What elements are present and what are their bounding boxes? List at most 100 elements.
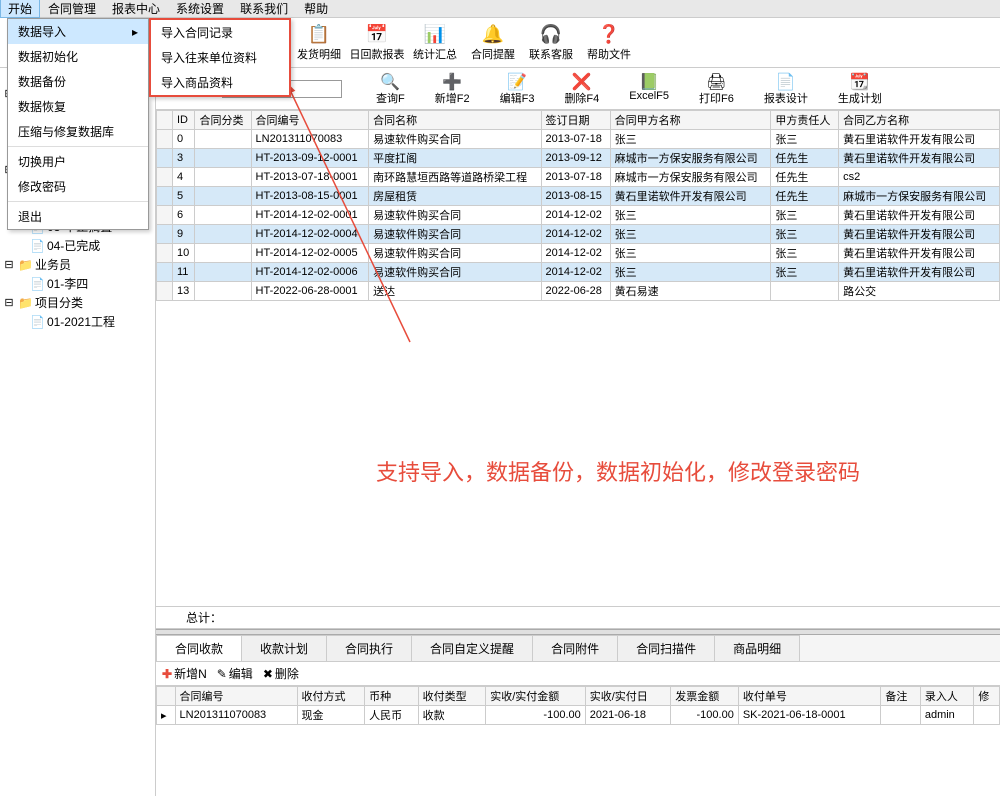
import-submenu: 导入合同记录 导入往来单位资料 导入商品资料 [149, 18, 291, 97]
menu-backup[interactable]: 数据备份 [8, 69, 148, 94]
toolbar-发货明细[interactable]: 📋发货明细 [290, 20, 348, 66]
col-header[interactable]: 甲方责任人 [771, 111, 839, 130]
table-row[interactable]: 0LN201311070083易速软件购买合同2013-07-18张三张三黄石里… [157, 130, 1000, 149]
tree-node[interactable]: ⊟📁项目分类 [0, 293, 155, 312]
tree-node[interactable]: 📄01-2021工程 [0, 312, 155, 331]
expand-icon[interactable] [14, 277, 28, 291]
menu-settings[interactable]: 系统设置 [168, 0, 232, 18]
toolbar-label: 联系客服 [529, 46, 573, 62]
folder-icon: 📁 [18, 296, 33, 310]
sub-col-header[interactable]: 发票金额 [671, 687, 739, 706]
sub-col-header[interactable]: 币种 [365, 687, 419, 706]
plus-icon: ✚ [162, 667, 172, 681]
expand-icon[interactable] [14, 239, 28, 253]
sub-col-header[interactable]: 合同编号 [175, 687, 297, 706]
contract-grid[interactable]: ID合同分类合同编号合同名称签订日期合同甲方名称甲方责任人合同乙方名称0LN20… [156, 110, 1000, 606]
menu-contact[interactable]: 联系我们 [232, 0, 296, 18]
col-header[interactable]: 合同名称 [369, 111, 541, 130]
toolbar-label: 发货明细 [297, 46, 341, 62]
payment-grid[interactable]: 合同编号收付方式币种收付类型实收/实付金额实收/实付日发票金额收付单号备注录入人… [156, 686, 1000, 796]
expand-icon[interactable]: ⊟ [2, 258, 16, 272]
import-product[interactable]: 导入商品资料 [151, 70, 289, 95]
tree-node[interactable]: 📄01-李四 [0, 274, 155, 293]
sub-col-header[interactable]: 收付单号 [738, 687, 881, 706]
sub-edit-button[interactable]: ✎编辑 [217, 665, 253, 682]
action-查询F[interactable]: 🔍查询F [376, 72, 405, 106]
col-header[interactable]: 签订日期 [541, 111, 610, 130]
tab-商品明细[interactable]: 商品明细 [714, 635, 800, 661]
col-header[interactable]: 合同乙方名称 [839, 111, 1000, 130]
action-生成计划[interactable]: 📆生成计划 [838, 72, 882, 106]
toolbar-label: 日回款报表 [350, 46, 405, 62]
action-编辑F3[interactable]: 📝编辑F3 [500, 72, 535, 106]
table-row[interactable]: 5HT-2013-08-15-0001房屋租赁2013-08-15黄石里诺软件开… [157, 187, 1000, 206]
menu-help[interactable]: 帮助 [296, 0, 336, 18]
table-row[interactable]: 10HT-2014-12-02-0005易速软件购买合同2014-12-02张三… [157, 244, 1000, 263]
folder-icon: 📄 [30, 315, 45, 329]
toolbar-帮助文件[interactable]: ❓帮助文件 [580, 20, 638, 66]
expand-icon[interactable] [14, 315, 28, 329]
sub-col-header[interactable]: 实收/实付日 [585, 687, 671, 706]
menu-switch-user[interactable]: 切换用户 [8, 149, 148, 174]
删除F4-icon: ❌ [572, 72, 592, 90]
sub-col-header[interactable]: 收付方式 [297, 687, 365, 706]
menu-change-pwd[interactable]: 修改密码 [8, 174, 148, 199]
menu-init[interactable]: 数据初始化 [8, 44, 148, 69]
table-row[interactable]: 4HT-2013-07-18-0001南环路慧垣西路等道路桥梁工程2013-07… [157, 168, 1000, 187]
tree-node[interactable]: 📄04-已完成 [0, 236, 155, 255]
expand-icon[interactable]: ⊟ [2, 296, 16, 310]
tab-合同扫描件[interactable]: 合同扫描件 [617, 635, 715, 661]
sub-col-header[interactable]: 录入人 [920, 687, 974, 706]
col-header[interactable]: ID [173, 111, 195, 130]
menu-exit[interactable]: 退出 [8, 204, 148, 229]
table-row[interactable]: 3HT-2013-09-12-0001平度扛阁2013-09-12麻城市一方保安… [157, 149, 1000, 168]
sub-delete-button[interactable]: ✖删除 [263, 665, 299, 682]
menu-restore[interactable]: 数据恢复 [8, 94, 148, 119]
col-header[interactable]: 合同分类 [195, 111, 251, 130]
folder-icon: 📁 [18, 258, 33, 272]
合同提醒-icon: 🔔 [482, 23, 504, 45]
sub-add-button[interactable]: ✚新增N [162, 665, 207, 682]
action-打印F6[interactable]: 🖨打印F6 [699, 72, 734, 106]
import-contract[interactable]: 导入合同记录 [151, 20, 289, 45]
toolbar-合同提醒[interactable]: 🔔合同提醒 [464, 20, 522, 66]
联系客服-icon: 🎧 [540, 23, 562, 45]
import-unit[interactable]: 导入往来单位资料 [151, 45, 289, 70]
menu-import[interactable]: 数据导入▸ [8, 19, 148, 44]
日回款报表-icon: 📅 [366, 23, 388, 45]
menu-contract[interactable]: 合同管理 [40, 0, 104, 18]
tab-合同附件[interactable]: 合同附件 [532, 635, 618, 661]
chevron-right-icon: ▸ [132, 25, 138, 39]
tab-合同收款[interactable]: 合同收款 [156, 635, 242, 661]
menu-report[interactable]: 报表中心 [104, 0, 168, 18]
tab-合同执行[interactable]: 合同执行 [326, 635, 412, 661]
tab-收款计划[interactable]: 收款计划 [241, 635, 327, 661]
toolbar-联系客服[interactable]: 🎧联系客服 [522, 20, 580, 66]
sub-col-header[interactable]: 实收/实付金额 [486, 687, 586, 706]
帮助文件-icon: ❓ [598, 23, 620, 45]
sub-col-header[interactable]: 收付类型 [418, 687, 486, 706]
action-报表设计[interactable]: 📄报表设计 [764, 72, 808, 106]
toolbar-日回款报表[interactable]: 📅日回款报表 [348, 20, 406, 66]
action-ExcelF5[interactable]: 📗ExcelF5 [629, 72, 669, 106]
sub-col-header[interactable]: 修 [974, 687, 1000, 706]
menu-compact[interactable]: 压缩与修复数据库 [8, 119, 148, 144]
summary-row: 总计： [156, 606, 1000, 629]
生成计划-icon: 📆 [850, 72, 870, 90]
table-row[interactable]: 9HT-2014-12-02-0004易速软件购买合同2014-12-02张三张… [157, 225, 1000, 244]
统计汇总-icon: 📊 [424, 23, 446, 45]
sub-col-header[interactable]: 备注 [881, 687, 921, 706]
col-header[interactable]: 合同甲方名称 [610, 111, 771, 130]
toolbar-统计汇总[interactable]: 📊统计汇总 [406, 20, 464, 66]
table-row[interactable]: 11HT-2014-12-02-0006易速软件购买合同2014-12-02张三… [157, 263, 1000, 282]
table-row[interactable]: 6HT-2014-12-02-0001易速软件购买合同2014-12-02张三张… [157, 206, 1000, 225]
menu-start[interactable]: 开始 [0, 0, 40, 18]
x-icon: ✖ [263, 667, 273, 681]
tree-node[interactable]: ⊟📁业务员 [0, 255, 155, 274]
action-新增F2[interactable]: ➕新增F2 [435, 72, 470, 106]
action-删除F4[interactable]: ❌删除F4 [564, 72, 599, 106]
payment-row[interactable]: ▸LN201311070083现金人民币收款-100.002021-06-18-… [157, 706, 1000, 725]
table-row[interactable]: 13HT-2022-06-28-0001送达2022-06-28黄石易速路公交 [157, 282, 1000, 301]
tab-合同自定义提醒[interactable]: 合同自定义提醒 [411, 635, 533, 661]
col-header[interactable]: 合同编号 [251, 111, 369, 130]
